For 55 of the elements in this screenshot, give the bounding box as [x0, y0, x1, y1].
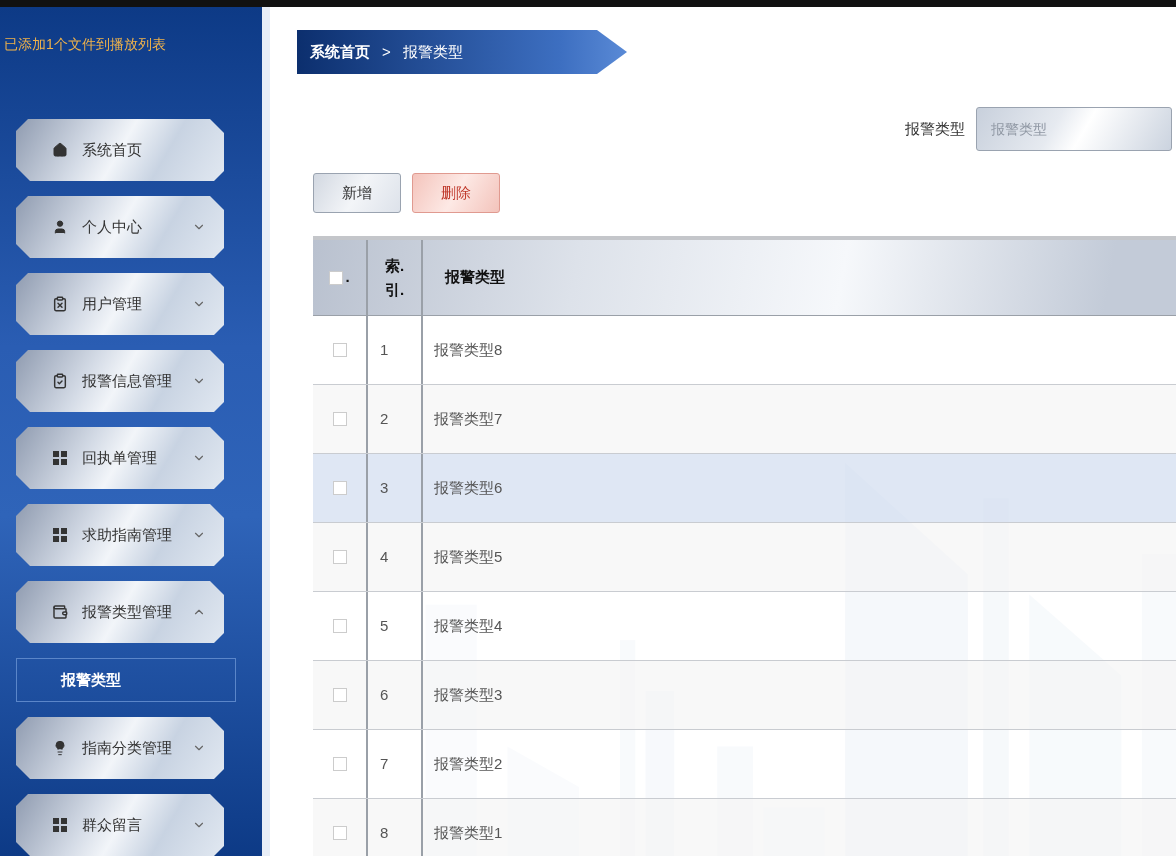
row-checkbox[interactable] [332, 688, 347, 702]
menu-item[interactable]: 报警类型管理 [16, 581, 224, 643]
table-row[interactable]: 7 报警类型2 [313, 730, 1176, 799]
select-all-checkbox[interactable] [329, 270, 344, 285]
table-cell-text: 报警类型2 [433, 753, 504, 774]
breadcrumb-separator: > [382, 41, 391, 62]
row-checkbox[interactable] [332, 481, 347, 495]
table-cell: 8 [368, 799, 423, 856]
menu-item[interactable]: 报警信息管理 [16, 350, 224, 412]
table-cell-text: 报警类型6 [433, 477, 504, 498]
table-cell-text: 报警类型7 [433, 408, 504, 429]
menu-item[interactable]: 求助指南管理 [16, 504, 224, 566]
add-button[interactable]: 新增 [313, 173, 401, 213]
table-row[interactable]: 1 报警类型8 [313, 316, 1176, 385]
header-cell: 索.引. [368, 240, 423, 315]
breadcrumb-current: 报警类型 [402, 41, 463, 62]
lightbulb-icon [52, 740, 68, 756]
menu-item[interactable]: 个人中心 [16, 196, 224, 258]
notice-text: 已添加1个文件到播放列表 [3, 35, 167, 53]
grid-icon [52, 817, 68, 833]
wallet-icon [52, 604, 68, 620]
table-cell-text: 报警类型8 [433, 339, 504, 360]
submenu-item[interactable]: 报警类型 [16, 658, 236, 702]
table-cell-text: 报警类型4 [433, 615, 504, 636]
row-checkbox[interactable] [332, 412, 347, 426]
table-cell-text: 报警类型3 [433, 684, 504, 705]
table-row[interactable]: 3 报警类型6 [313, 454, 1176, 523]
breadcrumb-home-link[interactable]: 系统首页 [310, 40, 370, 64]
table-cell: 6 [368, 661, 423, 729]
table-cell-text: 报警类型5 [433, 546, 504, 567]
row-checkbox[interactable] [332, 826, 347, 840]
table-row[interactable]: 2 报警类型7 [313, 385, 1176, 454]
table-row[interactable]: 8 报警类型1 [313, 799, 1176, 856]
grid-icon [52, 450, 68, 466]
header-cell-text: 报警类型 [443, 267, 506, 288]
search-field[interactable]: 报警类型 [976, 107, 1172, 151]
delete-button[interactable]: 删除 [412, 173, 500, 213]
table-row[interactable]: 5 报警类型4 [313, 592, 1176, 661]
menu-item[interactable]: 用户管理 [16, 273, 224, 335]
header-text: . [345, 267, 350, 288]
clipboard-check-icon [52, 373, 68, 389]
menu-item[interactable]: 系统首页 [16, 119, 224, 181]
table-row[interactable]: 4 报警类型5 [313, 523, 1176, 592]
grid-icon [52, 527, 68, 543]
table-cell-text: 报警类型1 [433, 822, 504, 843]
user-icon [52, 219, 68, 235]
clipboard-x-icon [52, 296, 68, 312]
menu-item[interactable]: 群众留言 [16, 794, 224, 856]
search-label: 报警类型 [905, 118, 965, 139]
menu-item[interactable]: 指南分类管理 [16, 717, 224, 779]
table-row[interactable]: 6 报警类型3 [313, 661, 1176, 730]
row-checkbox[interactable] [332, 550, 347, 564]
home-icon [52, 142, 68, 158]
table-cell: 4 [368, 523, 423, 591]
menu-item[interactable]: 回执单管理 [16, 427, 224, 489]
